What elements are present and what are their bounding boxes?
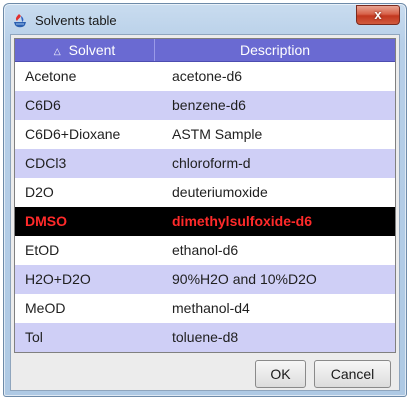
description-cell: 90%H2O and 10%D2O (172, 271, 317, 287)
column-header-description-label: Description (239, 42, 311, 58)
description-cell: ASTM Sample (172, 126, 263, 142)
sort-ascending-icon: △ (53, 46, 61, 56)
table-row[interactable]: C6D6 benzene-d6 (15, 91, 395, 120)
description-cell: acetone-d6 (172, 68, 243, 84)
dialog-content: △ Solvent Description Acetone acetone-d6 C6… (10, 34, 400, 391)
table-row[interactable]: D2O deuteriumoxide (15, 178, 395, 207)
table-row[interactable]: DMSO dimethylsulfoxide-d6 (15, 207, 395, 236)
description-cell: dimethylsulfoxide-d6 (172, 213, 313, 229)
table-row[interactable]: CDCl3 chloroform-d (15, 149, 395, 178)
description-cell: deuteriumoxide (172, 184, 268, 200)
window-title: Solvents table (35, 13, 117, 28)
table-row[interactable]: H2O+D2O 90%H2O and 10%D2O (15, 265, 395, 294)
table-row[interactable]: MeOD methanol-d4 (15, 294, 395, 323)
close-icon: x (374, 7, 382, 22)
table-row[interactable]: C6D6+Dioxane ASTM Sample (15, 120, 395, 149)
table-body: Acetone acetone-d6 C6D6 benzene-d6 C6D6+Diox… (15, 62, 395, 352)
description-cell: ethanol-d6 (172, 242, 239, 258)
solvent-cell: DMSO (25, 213, 67, 229)
column-header-solvent-label: Solvent (68, 42, 116, 58)
solvents-dialog: Solvents table x △ Solvent Description Ac… (3, 3, 407, 397)
solvent-cell: H2O+D2O (25, 271, 91, 287)
solvent-cell: C6D6 (25, 97, 61, 113)
app-icon (12, 13, 28, 29)
column-header-solvent[interactable]: △ Solvent (15, 39, 155, 61)
solvent-cell: Acetone (25, 68, 77, 84)
description-cell: benzene-d6 (172, 97, 246, 113)
solvent-cell: MeOD (25, 300, 66, 316)
ok-button[interactable]: OK (255, 360, 306, 388)
cancel-button[interactable]: Cancel (314, 360, 391, 388)
close-button[interactable]: x (356, 5, 400, 25)
column-header-description[interactable]: Description (155, 39, 395, 61)
table-row[interactable]: EtOD ethanol-d6 (15, 236, 395, 265)
description-cell: chloroform-d (172, 155, 251, 171)
description-cell: toluene-d8 (172, 329, 239, 345)
description-cell: methanol-d4 (172, 300, 250, 316)
solvent-cell: D2O (25, 184, 54, 200)
table-header: △ Solvent Description (15, 39, 395, 62)
title-bar[interactable]: Solvents table x (4, 4, 406, 36)
table-row[interactable]: Tol toluene-d8 (15, 323, 395, 352)
solvent-cell: C6D6+Dioxane (25, 126, 121, 142)
solvent-cell: EtOD (25, 242, 60, 258)
solvents-table: △ Solvent Description Acetone acetone-d6 C6… (14, 38, 396, 353)
table-row[interactable]: Acetone acetone-d6 (15, 62, 395, 91)
solvent-cell: CDCl3 (25, 155, 67, 171)
solvent-cell: Tol (25, 329, 43, 345)
